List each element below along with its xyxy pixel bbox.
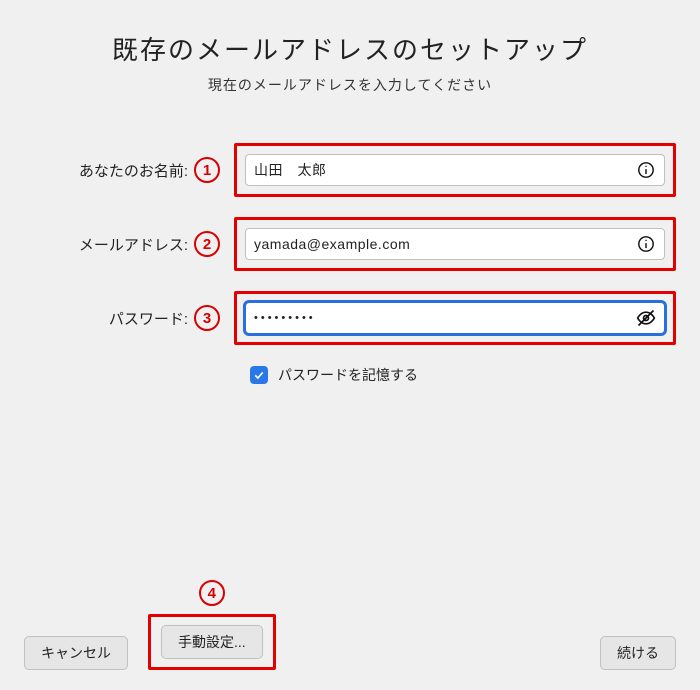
highlight-email <box>234 217 676 271</box>
eye-off-icon[interactable] <box>636 308 656 328</box>
highlight-password <box>234 291 676 345</box>
password-input[interactable] <box>254 303 636 333</box>
cancel-button[interactable]: キャンセル <box>24 636 128 670</box>
remember-checkbox[interactable] <box>250 366 268 384</box>
label-password: パスワード: <box>24 308 194 329</box>
page-subtitle: 現在のメールアドレスを入力してください <box>24 75 676 95</box>
setup-form: あなたのお名前: 1 メールアドレス: 2 <box>24 143 676 385</box>
highlight-manual: 手動設定... <box>148 614 276 670</box>
name-input-shell[interactable] <box>245 154 665 186</box>
row-password: パスワード: 3 <box>24 291 676 345</box>
highlight-name <box>234 143 676 197</box>
label-name: あなたのお名前: <box>24 160 194 181</box>
badge-2: 2 <box>194 231 220 257</box>
manual-block: 4 手動設定... <box>148 580 276 670</box>
info-icon[interactable] <box>636 160 656 180</box>
info-icon[interactable] <box>636 234 656 254</box>
footer: キャンセル 4 手動設定... 続ける <box>24 580 676 670</box>
badge-4: 4 <box>199 580 225 606</box>
row-email: メールアドレス: 2 <box>24 217 676 271</box>
manual-config-button[interactable]: 手動設定... <box>161 625 263 659</box>
email-input[interactable] <box>254 229 636 259</box>
label-email: メールアドレス: <box>24 234 194 255</box>
badge-1: 1 <box>194 157 220 183</box>
badge-3: 3 <box>194 305 220 331</box>
row-name: あなたのお名前: 1 <box>24 143 676 197</box>
password-input-shell[interactable] <box>245 302 665 334</box>
remember-label: パスワードを記憶する <box>278 365 418 385</box>
email-input-shell[interactable] <box>245 228 665 260</box>
remember-row: パスワードを記憶する <box>250 365 676 385</box>
page-title: 既存のメールアドレスのセットアップ <box>24 30 676 67</box>
name-input[interactable] <box>254 155 636 185</box>
continue-button[interactable]: 続ける <box>600 636 676 670</box>
